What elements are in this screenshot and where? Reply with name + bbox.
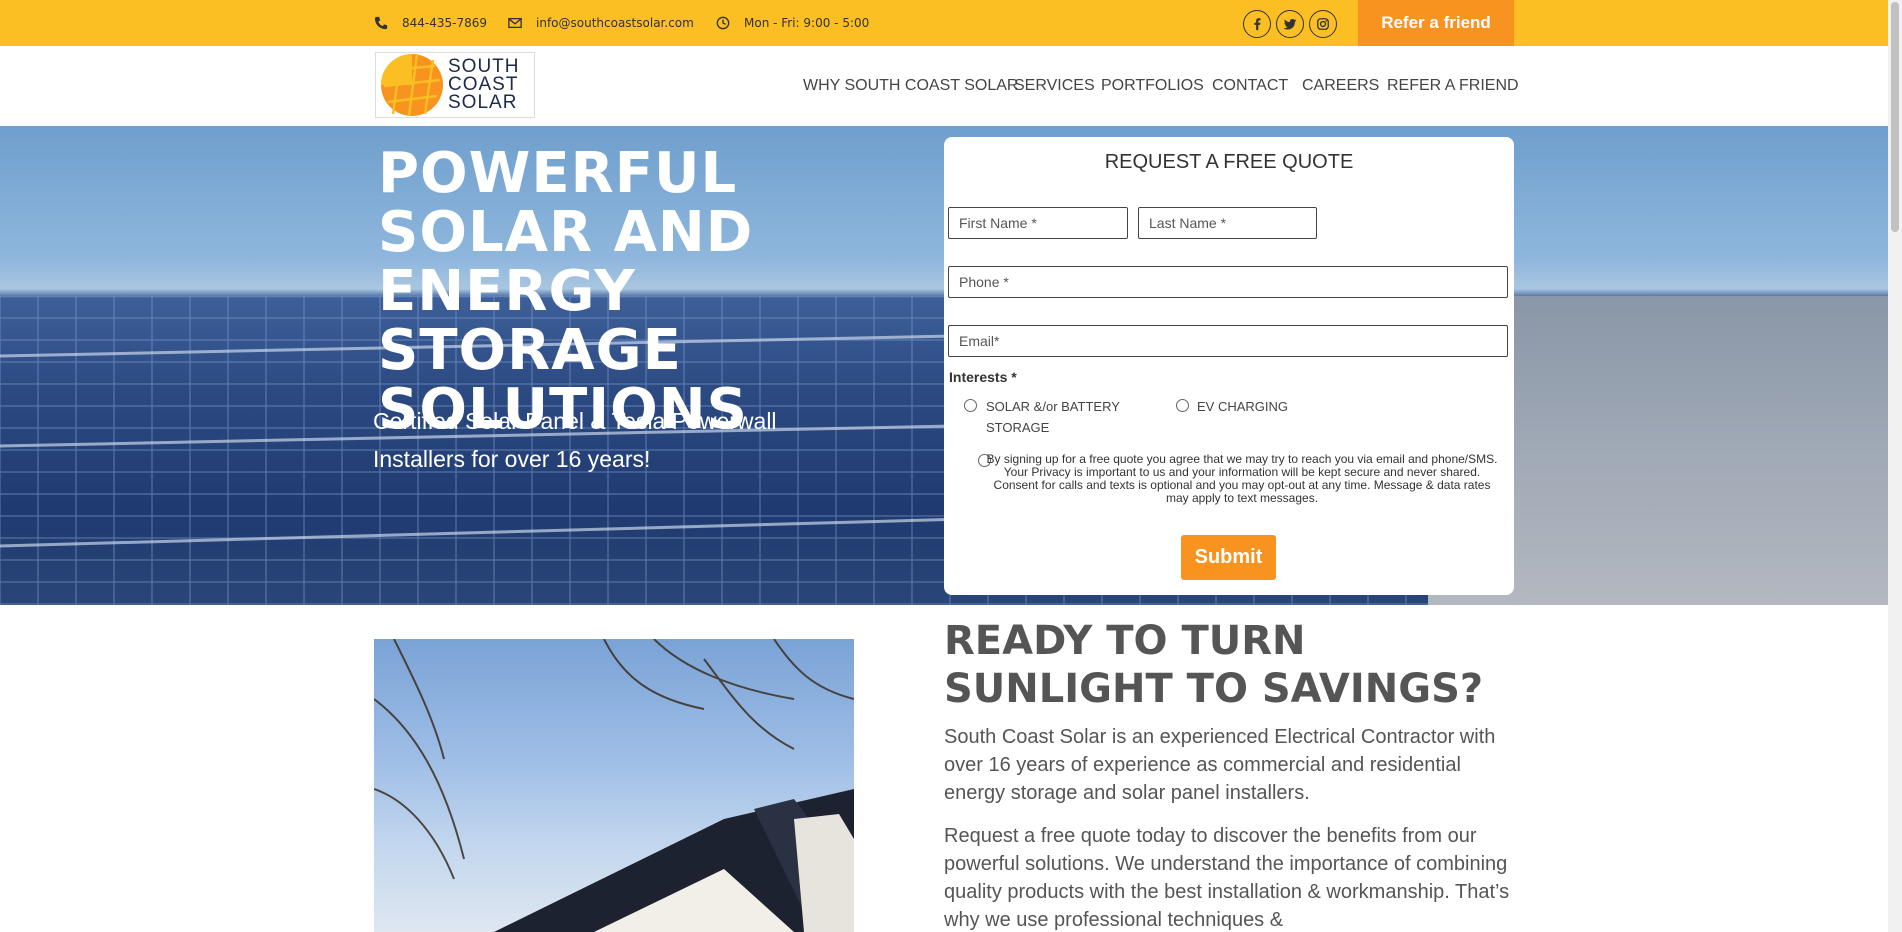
nav-item-portfolios[interactable]: PORTFOLIOS bbox=[1101, 77, 1204, 95]
facebook-link[interactable] bbox=[1243, 10, 1271, 38]
phone-number[interactable]: 844-435-7869 bbox=[402, 16, 487, 30]
section-heading: READY TO TURN SUNLIGHT TO SAVINGS? bbox=[944, 618, 1484, 712]
envelope-icon bbox=[508, 17, 522, 29]
last-name-field[interactable] bbox=[1138, 207, 1317, 239]
nav-careers-wrap: CAREERS bbox=[1302, 46, 1379, 126]
phone-icon bbox=[374, 16, 388, 30]
hours-info: Mon - Fri: 9:00 - 5:00 bbox=[716, 0, 869, 46]
house-solar-roof-photo bbox=[374, 639, 854, 932]
twitter-icon bbox=[1283, 19, 1297, 30]
interests-label: Interests * bbox=[949, 369, 1017, 385]
ev-charging-radio[interactable] bbox=[1176, 399, 1189, 412]
quote-form: REQUEST A FREE QUOTE Interests * SOLAR &… bbox=[944, 137, 1514, 595]
nav-item-refer-a-friend[interactable]: REFER A FRIEND bbox=[1387, 77, 1519, 95]
nav-item-careers[interactable]: CAREERS bbox=[1302, 77, 1379, 95]
sun-logo-icon bbox=[381, 53, 443, 117]
nav-item-contact[interactable]: CONTACT bbox=[1212, 77, 1288, 95]
top-bar: 844-435-7869 info@southcoastsolar.com Mo… bbox=[0, 0, 1888, 46]
nav-portfolios-wrap: PORTFOLIOS bbox=[1101, 46, 1204, 126]
social-links bbox=[1243, 10, 1337, 38]
hero-title: POWERFUL SOLAR AND ENERGY STORAGE SOLUTI… bbox=[378, 141, 754, 442]
solar-battery-label[interactable]: SOLAR &/or BATTERY STORAGE bbox=[986, 396, 1126, 438]
hero-subtitle: Certified Solar Panel & Tesla Powerwall … bbox=[373, 408, 777, 472]
refer-a-friend-button[interactable]: Refer a friend bbox=[1358, 0, 1514, 46]
nav-item-services[interactable]: SERVICES bbox=[1014, 77, 1095, 95]
section-paragraph-2: Request a free quote today to discover t… bbox=[944, 825, 1510, 931]
facebook-icon bbox=[1254, 18, 1261, 31]
nav-contact-wrap: CONTACT bbox=[1212, 46, 1288, 126]
phone-contact[interactable]: 844-435-7869 bbox=[374, 0, 487, 46]
email-address[interactable]: info@southcoastsolar.com bbox=[536, 16, 694, 30]
main-nav: WHY SOUTH COAST SOLAR bbox=[803, 46, 1018, 126]
logo-wordmark: SOUTH COAST SOLAR bbox=[448, 57, 520, 113]
site-header: SOUTH COAST SOLAR WHY SOUTH COAST SOLAR … bbox=[0, 46, 1888, 126]
twitter-link[interactable] bbox=[1276, 10, 1304, 38]
nav-services-wrap: SERVICES bbox=[1014, 46, 1095, 126]
ev-charging-label[interactable]: EV CHARGING bbox=[1197, 396, 1288, 417]
page-scrollbar[interactable] bbox=[1888, 0, 1902, 932]
instagram-icon bbox=[1317, 18, 1329, 30]
instagram-link[interactable] bbox=[1309, 10, 1337, 38]
solar-battery-radio[interactable] bbox=[964, 399, 977, 412]
clock-icon bbox=[716, 16, 730, 30]
section-paragraph-1: South Coast Solar is an experienced Elec… bbox=[944, 726, 1496, 804]
submit-button[interactable]: Submit bbox=[1181, 535, 1276, 580]
first-name-field[interactable] bbox=[948, 207, 1128, 239]
logo-line-solar: SOLAR bbox=[448, 92, 518, 113]
business-hours: Mon - Fri: 9:00 - 5:00 bbox=[744, 16, 870, 30]
email-field[interactable] bbox=[948, 325, 1508, 357]
phone-field[interactable] bbox=[948, 266, 1508, 298]
logo[interactable]: SOUTH COAST SOLAR bbox=[375, 52, 535, 118]
quote-form-title: REQUEST A FREE QUOTE bbox=[1104, 151, 1354, 173]
email-contact[interactable]: info@southcoastsolar.com bbox=[508, 0, 694, 46]
nav-refer-wrap: REFER A FRIEND bbox=[1387, 46, 1519, 126]
consent-text: By signing up for a free quote you agree… bbox=[986, 452, 1498, 505]
house-photo-illustration bbox=[374, 639, 854, 932]
scrollbar-thumb[interactable] bbox=[1891, 2, 1899, 232]
nav-item-why-south-coast-solar[interactable]: WHY SOUTH COAST SOLAR bbox=[803, 77, 1018, 95]
